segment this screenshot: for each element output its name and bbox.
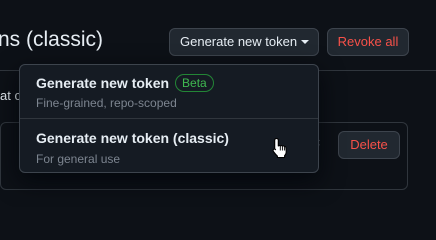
page: ns (classic) Generate new token Revoke a… <box>0 0 436 207</box>
menu-item-label: Generate new token Beta <box>36 74 214 92</box>
menu-item-title: Generate new token <box>36 75 170 91</box>
description-text: at c <box>0 88 21 103</box>
menu-item-generate-fine-grained[interactable]: Generate new token Beta Fine-grained, rep… <box>20 65 318 118</box>
beta-badge: Beta <box>175 74 214 92</box>
delete-token-button[interactable]: Delete <box>338 131 400 159</box>
menu-item-title: Generate new token (classic) <box>36 130 229 146</box>
menu-item-description: Fine-grained, repo-scoped <box>36 96 177 110</box>
hand-pointer-icon <box>272 137 287 159</box>
page-title: ns (classic) <box>0 28 104 51</box>
triangle-down-icon <box>301 39 310 44</box>
generate-new-token-button[interactable]: Generate new token <box>169 28 319 56</box>
menu-item-description: For general use <box>36 152 121 166</box>
revoke-all-button[interactable]: Revoke all <box>327 28 409 56</box>
generate-new-token-label: Generate new token <box>180 34 298 49</box>
